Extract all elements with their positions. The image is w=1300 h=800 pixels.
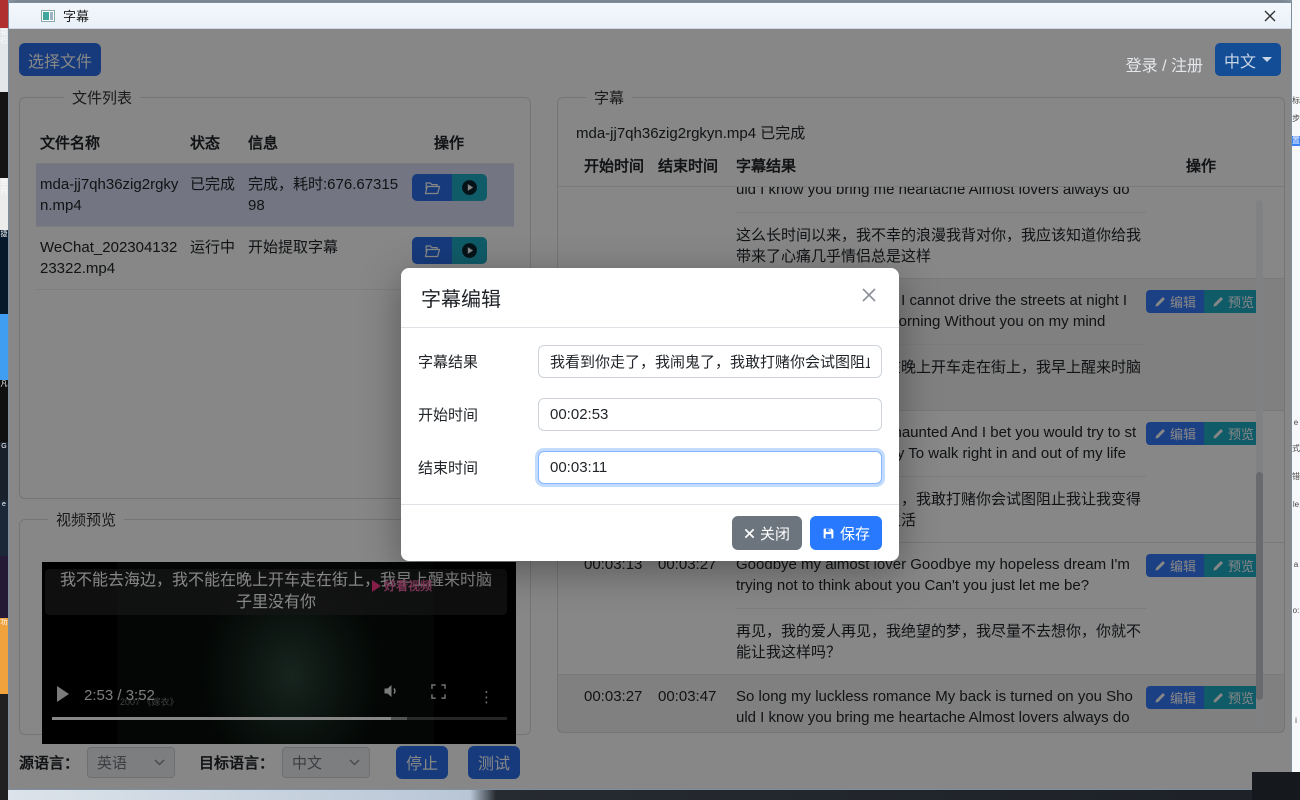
modal-close-button[interactable] — [859, 285, 879, 310]
start-time-label: 开始时间 — [418, 404, 538, 425]
screen: 花行世开捷凡Ge功 标步置e式错leao:i 字幕 选择文件 文件列表 文件名称… — [0, 0, 1300, 800]
background-window-sliver: 标步置e式错leao:i — [1292, 0, 1300, 800]
window-title: 字幕 — [63, 6, 89, 25]
modal-footer: 关闭 保存 — [401, 504, 899, 561]
modal-close-action-button[interactable]: 关闭 — [732, 516, 802, 550]
end-time-label: 结束时间 — [418, 457, 538, 478]
language-dropdown-button[interactable]: 中文 — [1215, 43, 1281, 76]
modal-save-label: 保存 — [840, 523, 870, 544]
modal-close-label: 关闭 — [760, 523, 790, 544]
modal-body: 字幕结果 开始时间 结束时间 — [401, 328, 899, 504]
close-icon — [861, 287, 877, 303]
save-icon — [822, 527, 835, 540]
start-time-field[interactable] — [538, 398, 882, 431]
end-time-field[interactable] — [538, 451, 882, 484]
close-icon — [744, 528, 755, 539]
window-titlebar: 字幕 — [9, 3, 1291, 29]
subtitle-text-label: 字幕结果 — [418, 351, 538, 372]
modal-save-button[interactable]: 保存 — [810, 516, 882, 550]
modal-header: 字幕编辑 — [401, 268, 899, 328]
taskbar-sliver — [8, 790, 1292, 800]
subtitle-text-field[interactable] — [538, 345, 882, 378]
modal-title: 字幕编辑 — [421, 283, 501, 312]
background-dark-corner — [1252, 772, 1300, 800]
login-register-link[interactable]: 登录 / 注册 — [1126, 52, 1203, 76]
language-dropdown-label: 中文 — [1224, 48, 1256, 72]
close-icon — [1264, 10, 1276, 22]
app-icon — [41, 10, 55, 22]
caret-down-icon — [1262, 57, 1272, 62]
subtitle-edit-modal: 字幕编辑 字幕结果 开始时间 结束时间 — [401, 268, 899, 561]
desktop-left-sliver: 花行世开捷凡Ge功 — [0, 0, 8, 800]
window-close-button[interactable] — [1257, 6, 1283, 26]
